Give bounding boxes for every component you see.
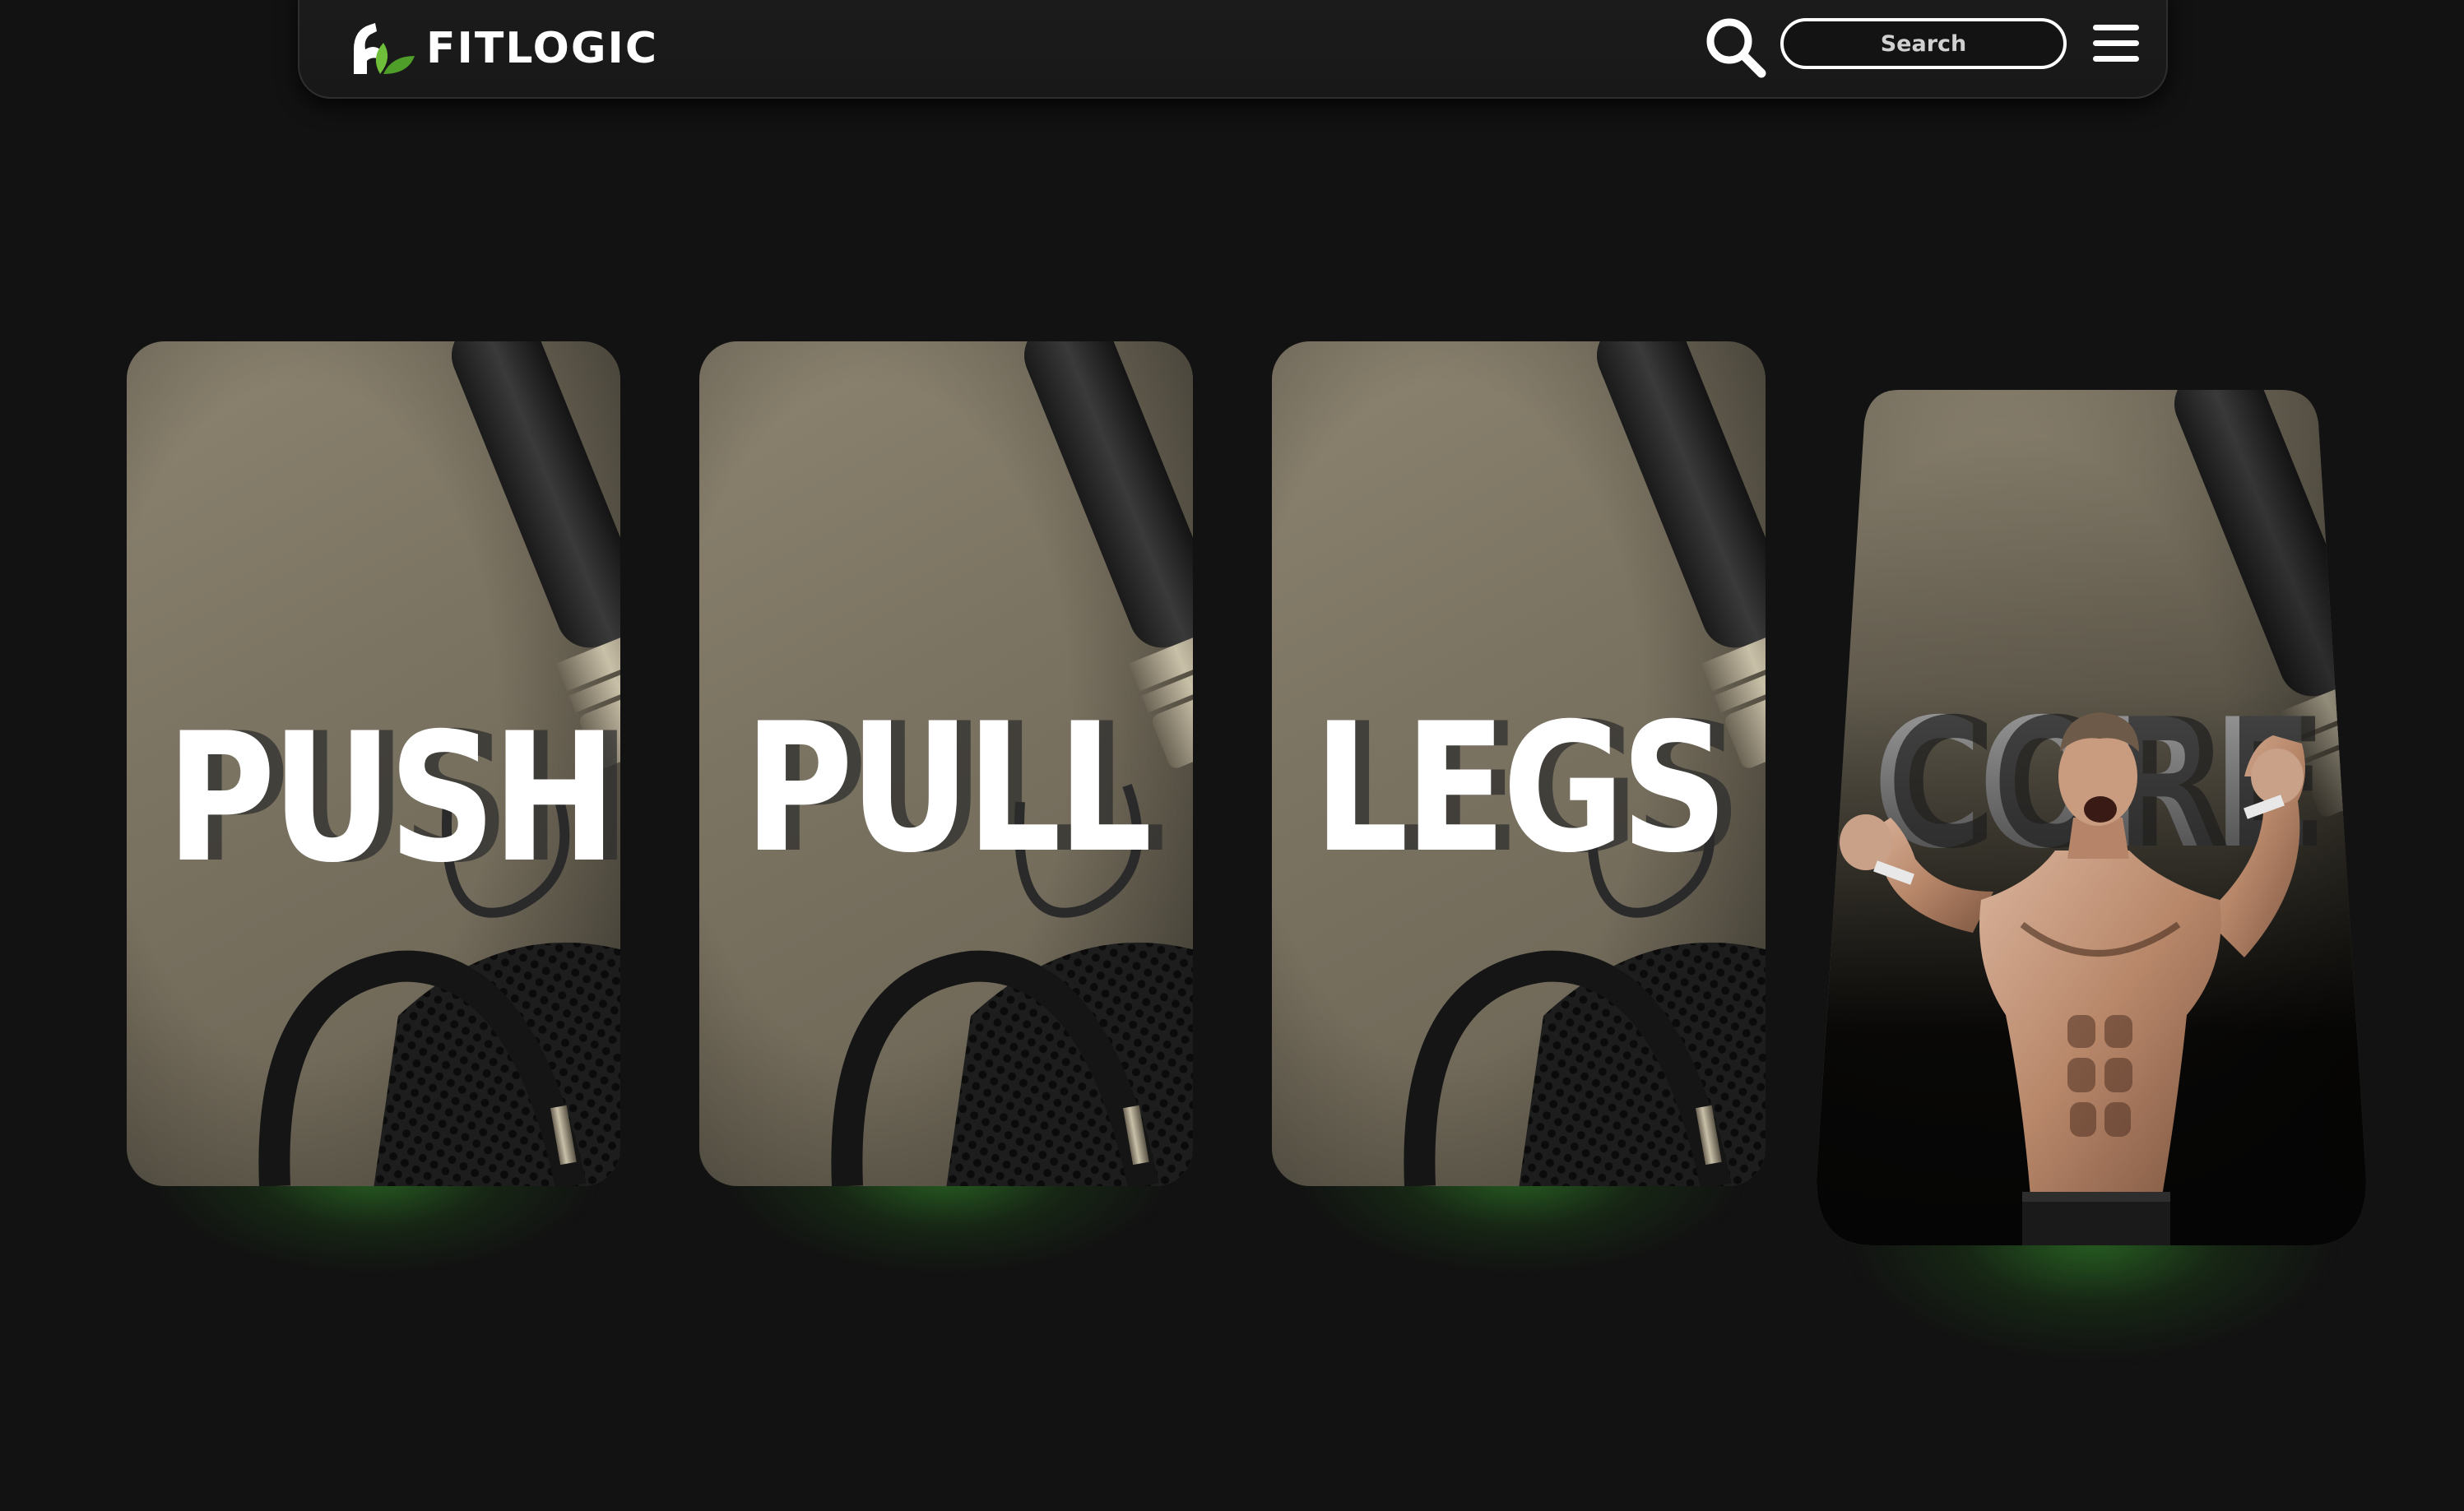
bicep-leaf-icon: [354, 23, 415, 74]
workout-card-core[interactable]: CORE: [1817, 390, 2366, 1360]
search-icon[interactable]: [1703, 15, 1767, 79]
search-input[interactable]: [1780, 18, 2067, 69]
workout-card-push[interactable]: PUSH: [127, 341, 620, 1272]
workout-card-pull[interactable]: PULL: [699, 341, 1193, 1272]
card-title: LEGS: [1313, 685, 1728, 892]
top-navigation-bar: FITLOGIC: [298, 0, 2168, 99]
card-title: PUSH: [166, 695, 617, 902]
card-title: PULL: [744, 685, 1152, 892]
workout-card-legs[interactable]: LEGS: [1272, 341, 1766, 1272]
card-title: CORE: [1860, 696, 2322, 874]
brand-name: FITLOGIC: [426, 24, 659, 73]
brand-logo[interactable]: FITLOGIC: [342, 20, 658, 77]
hamburger-menu-icon[interactable]: [2091, 23, 2141, 64]
